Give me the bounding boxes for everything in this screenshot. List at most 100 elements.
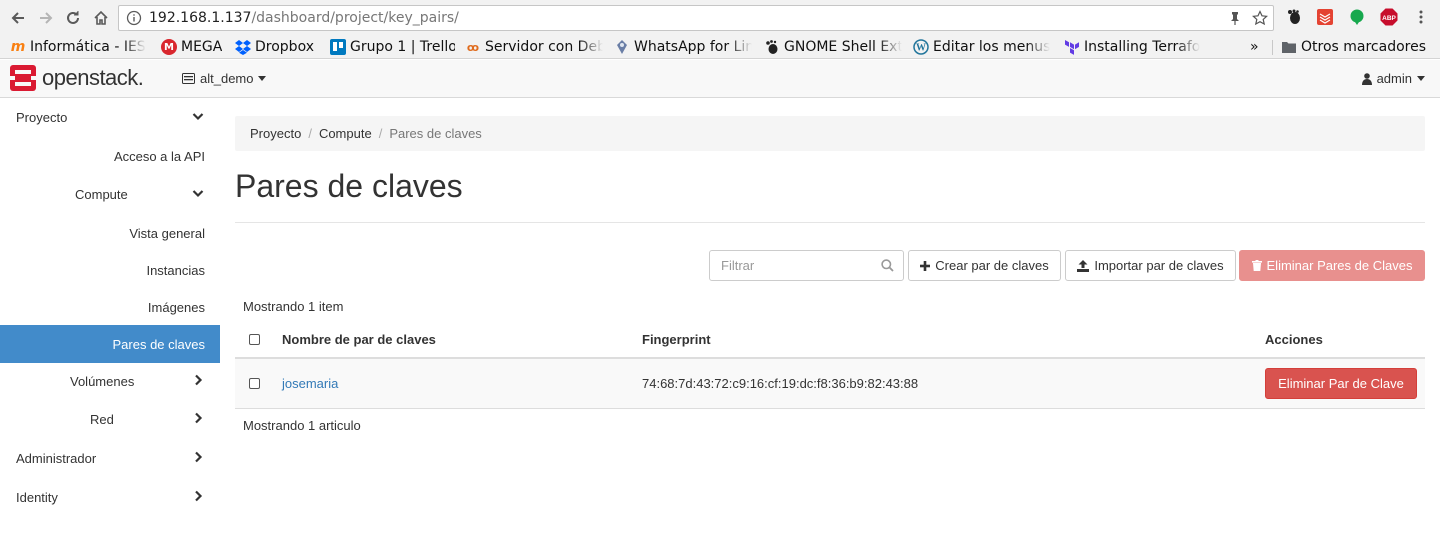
column-header-fingerprint[interactable]: Fingerprint: [642, 322, 711, 357]
delete-key-pair-button[interactable]: Eliminar Par de Clave: [1265, 368, 1417, 399]
fingerprint-cell: 74:68:7d:43:72:c9:16:cf:19:dc:f8:36:b9:8…: [642, 376, 919, 391]
reload-button[interactable]: [62, 7, 84, 29]
info-icon[interactable]: [126, 10, 142, 29]
sidebar-item-compute[interactable]: Compute: [0, 175, 220, 213]
sidebar-item-red[interactable]: Red: [0, 400, 220, 438]
bookmark-servidor[interactable]: ꝏ Servidor con Deb: [465, 37, 603, 57]
address-bar[interactable]: 192.168.1.137/dashboard/project/key_pair…: [118, 5, 1274, 31]
title-divider: [235, 222, 1425, 223]
delete-key-pairs-button[interactable]: Eliminar Pares de Claves: [1239, 250, 1425, 281]
search-icon[interactable]: [881, 259, 894, 272]
item-count-bottom: Mostrando 1 articulo: [243, 418, 361, 433]
green-balloon-extension-icon[interactable]: [1348, 8, 1366, 26]
breadcrumb-separator: /: [308, 126, 312, 141]
import-key-pair-label: Importar par de claves: [1094, 258, 1224, 273]
url-text: 192.168.1.137/dashboard/project/key_pair…: [149, 10, 459, 26]
back-button[interactable]: [7, 7, 29, 29]
filter-input[interactable]: [710, 251, 870, 280]
row-checkbox[interactable]: [249, 378, 260, 389]
project-list-icon: [182, 73, 195, 84]
chevron-down-icon: [192, 113, 204, 121]
sidebar: Proyecto Acceso a la API Compute Vista g…: [0, 98, 220, 537]
bookmark-mega[interactable]: M MEGA: [161, 37, 231, 57]
sidebar-item-label: Proyecto: [16, 109, 68, 125]
create-key-pair-button[interactable]: Crear par de claves: [908, 250, 1061, 281]
chevron-right-icon: [195, 451, 203, 463]
breadcrumb: Proyecto / Compute / Pares de claves: [235, 116, 1425, 151]
sidebar-item-imagenes[interactable]: Imágenes: [0, 288, 220, 326]
sidebar-item-volumenes[interactable]: Volúmenes: [0, 362, 220, 400]
sidebar-item-pares-de-claves[interactable]: Pares de claves: [0, 325, 220, 363]
terraform-icon: [1064, 39, 1080, 55]
svg-text:W: W: [916, 43, 926, 54]
user-menu[interactable]: admin: [1361, 71, 1425, 86]
trello-icon: [330, 39, 346, 55]
breadcrumb-compute[interactable]: Compute: [319, 126, 372, 141]
user-icon: [1361, 72, 1372, 85]
caret-down-icon: [258, 76, 267, 81]
table-row: josemaria 74:68:7d:43:72:c9:16:cf:19:dc:…: [235, 359, 1425, 409]
sidebar-item-label: Identity: [16, 489, 58, 505]
moodle-icon: m: [10, 39, 26, 55]
chevron-right-icon: [195, 490, 203, 502]
bookmark-informatica[interactable]: m Informática - IES: [10, 37, 148, 57]
column-header-name[interactable]: Nombre de par de claves: [282, 322, 436, 357]
home-button[interactable]: [90, 7, 112, 29]
user-name: admin: [1376, 71, 1412, 86]
home-icon: [94, 10, 108, 25]
sidebar-item-label: Acceso a la API: [113, 148, 205, 164]
project-name: alt_demo: [200, 71, 254, 86]
folder-icon: [1281, 39, 1297, 55]
select-all-checkbox[interactable]: [249, 334, 260, 345]
todoist-extension-icon[interactable]: [1316, 8, 1334, 26]
select-all-cell: [249, 322, 260, 357]
sidebar-item-label: Red: [90, 411, 114, 427]
actions-cell: Eliminar Par de Clave: [1265, 359, 1417, 408]
row-select-cell: [249, 359, 260, 408]
openstack-logo[interactable]: openstack.: [10, 65, 144, 91]
project-selector[interactable]: alt_demo: [182, 71, 267, 86]
sidebar-item-acceso-api[interactable]: Acceso a la API: [0, 137, 220, 175]
sidebar-item-administrador[interactable]: Administrador: [0, 439, 220, 477]
bookmark-gnome-shell[interactable]: GNOME Shell Ext: [764, 37, 902, 57]
column-header-actions: Acciones: [1265, 332, 1323, 347]
key-pair-name-link[interactable]: josemaria: [282, 376, 338, 391]
sidebar-item-label: Volúmenes: [70, 373, 135, 389]
star-icon[interactable]: [1252, 10, 1268, 29]
plus-icon: [920, 260, 931, 271]
trash-icon: [1251, 260, 1262, 271]
bookmark-whatsapp[interactable]: WhatsApp for Lin: [614, 37, 752, 57]
table-header: Nombre de par de claves Fingerprint Acci…: [235, 322, 1425, 359]
bookmark-terraform[interactable]: Installing Terrafo: [1064, 37, 1204, 57]
link-icon: ꝏ: [466, 40, 480, 54]
import-key-pair-button[interactable]: Importar par de claves: [1065, 250, 1236, 281]
item-count-top: Mostrando 1 item: [243, 299, 344, 314]
bookmark-wordpress[interactable]: W Editar los menus: [913, 37, 1051, 57]
page-title: Pares de claves: [235, 168, 463, 204]
wordpress-icon: W: [913, 39, 929, 55]
sidebar-item-label: Vista general: [129, 225, 205, 241]
adblock-plus-icon[interactable]: ABP: [1380, 8, 1398, 26]
chevron-right-icon: [195, 374, 203, 386]
pin-icon[interactable]: [1227, 10, 1243, 29]
upload-icon: [1077, 259, 1090, 272]
bookmark-other-folder[interactable]: Otros marcadores: [1281, 37, 1431, 57]
bookmark-trello[interactable]: Grupo 1 | Trello: [330, 37, 455, 57]
svg-text:ABP: ABP: [1382, 15, 1396, 22]
bookmark-dropbox[interactable]: Dropbox: [235, 37, 320, 57]
sidebar-item-label: Compute: [75, 186, 128, 202]
breadcrumb-current: Pares de claves: [389, 126, 482, 141]
sidebar-item-vista-general[interactable]: Vista general: [0, 214, 220, 252]
mega-icon: M: [161, 39, 177, 55]
filter-field[interactable]: [709, 250, 904, 281]
sidebar-item-instancias[interactable]: Instancias: [0, 251, 220, 289]
bookmarks-overflow-chevron[interactable]: »: [1250, 37, 1264, 57]
sidebar-item-identity[interactable]: Identity: [0, 478, 220, 516]
gnome-extension-icon[interactable]: [1285, 8, 1303, 26]
forward-button[interactable]: [35, 7, 57, 29]
sidebar-item-proyecto[interactable]: Proyecto: [0, 98, 220, 136]
chrome-menu-icon[interactable]: [1412, 8, 1430, 26]
breadcrumb-proyecto[interactable]: Proyecto: [250, 126, 301, 141]
reload-icon: [67, 11, 79, 24]
sidebar-item-label: Imágenes: [147, 299, 205, 315]
